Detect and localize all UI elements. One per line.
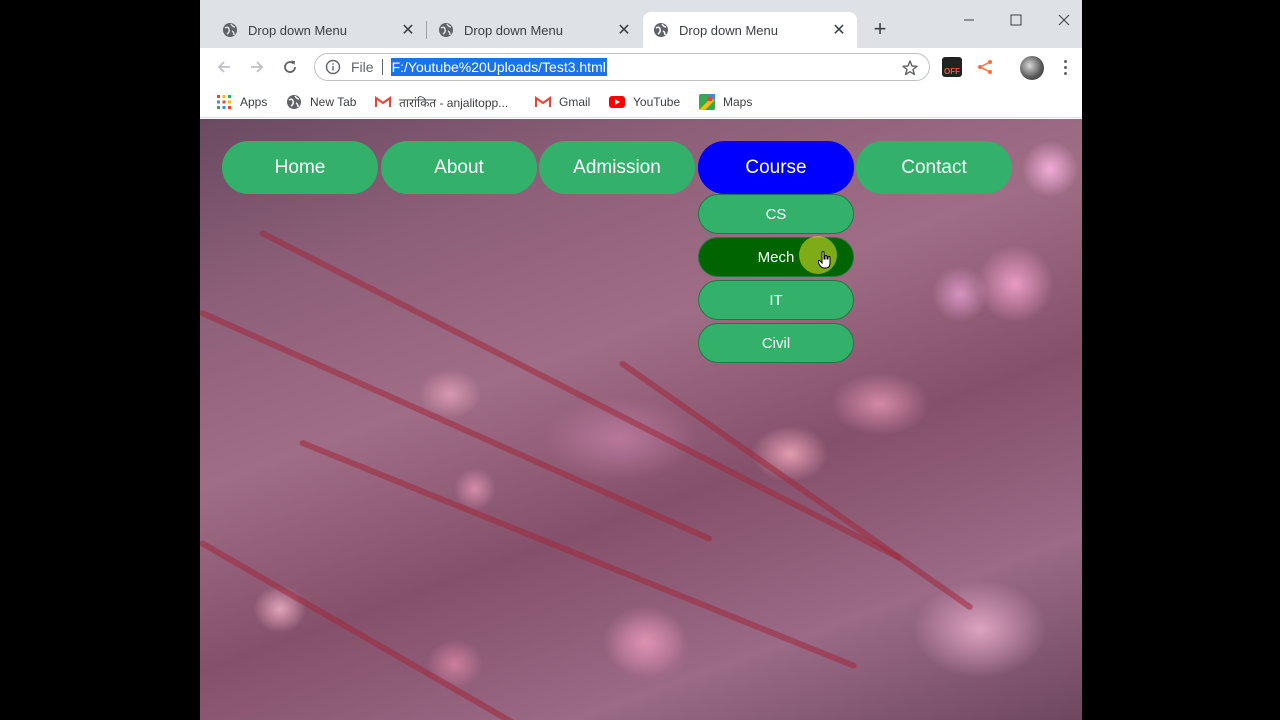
page-viewport: Home About Admission Course Contact CS M…: [200, 119, 1082, 720]
bookmark-label: तारांकित - anjalitopp...: [399, 95, 509, 110]
dropdown-item-cs[interactable]: CS: [698, 194, 854, 234]
bookmark-youtube[interactable]: YouTube: [609, 92, 680, 112]
bookmark-maps[interactable]: Maps: [699, 92, 752, 112]
apps-grid-icon: [216, 94, 232, 110]
background-leaf-image: [200, 119, 1082, 720]
bookmark-star-icon[interactable]: [901, 59, 919, 77]
forward-arrow-icon[interactable]: [246, 56, 268, 78]
close-tab-icon[interactable]: ✕: [831, 22, 847, 39]
minimize-icon[interactable]: [957, 8, 981, 32]
globe-icon: [286, 94, 302, 110]
close-tab-icon[interactable]: ✕: [616, 22, 632, 39]
menu-item-about[interactable]: About: [381, 141, 537, 194]
toolbar: File F:/Youtube%20Uploads/Test3.html OFF: [200, 48, 1082, 86]
bookmark-label: Gmail: [559, 95, 591, 109]
globe-icon: [653, 22, 669, 38]
globe-icon: [222, 22, 238, 38]
tab-title: Drop down Menu: [679, 22, 778, 38]
bookmarks-bar: Apps New Tab तारांकित - anjalitopp... Gm…: [200, 86, 1082, 118]
back-arrow-icon[interactable]: [213, 56, 235, 78]
gmail-icon: [535, 94, 551, 110]
youtube-icon: [609, 94, 625, 110]
maps-icon: [699, 94, 715, 110]
browser-window: Drop down Menu ✕ Drop down Menu ✕ Drop d…: [200, 0, 1082, 720]
bookmark-apps[interactable]: Apps: [216, 92, 267, 112]
menu-item-home[interactable]: Home: [222, 141, 378, 194]
dropdown-item-civil[interactable]: Civil: [698, 323, 854, 363]
bookmark-gmail[interactable]: Gmail: [535, 92, 590, 112]
browser-tab-active[interactable]: Drop down Menu ✕: [643, 12, 857, 48]
browser-tab[interactable]: Drop down Menu ✕: [212, 12, 426, 48]
bookmark-label: YouTube: [633, 95, 681, 109]
menu-item-admission[interactable]: Admission: [539, 141, 695, 194]
url-text[interactable]: F:/Youtube%20Uploads/Test3.html: [390, 58, 607, 76]
tab-title: Drop down Menu: [464, 22, 563, 38]
tab-divider: [426, 21, 427, 39]
browser-tab[interactable]: Drop down Menu ✕: [428, 12, 642, 48]
share-extension-icon[interactable]: [975, 57, 995, 77]
bookmark-starred-mail[interactable]: तारांकित - anjalitopp...: [375, 92, 508, 112]
info-icon[interactable]: [325, 59, 341, 75]
menu-item-contact[interactable]: Contact: [856, 141, 1012, 194]
divider: [381, 59, 383, 75]
gmail-icon: [375, 94, 391, 110]
dropdown-item-it[interactable]: IT: [698, 280, 854, 320]
new-tab-button[interactable]: +: [870, 18, 890, 40]
bookmark-label: New Tab: [310, 95, 357, 109]
bookmark-label: Apps: [240, 95, 268, 109]
tab-strip: Drop down Menu ✕ Drop down Menu ✕ Drop d…: [200, 0, 1082, 48]
url-scheme-label: File: [351, 59, 374, 75]
maximize-icon[interactable]: [1004, 8, 1028, 32]
menu-item-course[interactable]: Course: [698, 141, 854, 194]
close-tab-icon[interactable]: ✕: [400, 22, 416, 39]
bookmark-new-tab[interactable]: New Tab: [286, 92, 356, 112]
globe-icon: [438, 22, 454, 38]
profile-avatar[interactable]: [1020, 56, 1044, 80]
close-window-icon[interactable]: [1052, 8, 1076, 32]
reload-icon[interactable]: [279, 56, 301, 78]
tab-title: Drop down Menu: [248, 22, 347, 38]
hand-cursor-icon: [817, 251, 832, 269]
extension-badge-label: OFF: [944, 66, 960, 76]
address-bar[interactable]: File F:/Youtube%20Uploads/Test3.html: [314, 53, 930, 81]
extension-icon[interactable]: OFF: [942, 57, 962, 77]
bookmark-label: Maps: [723, 95, 753, 109]
more-menu-icon[interactable]: [1055, 57, 1075, 77]
